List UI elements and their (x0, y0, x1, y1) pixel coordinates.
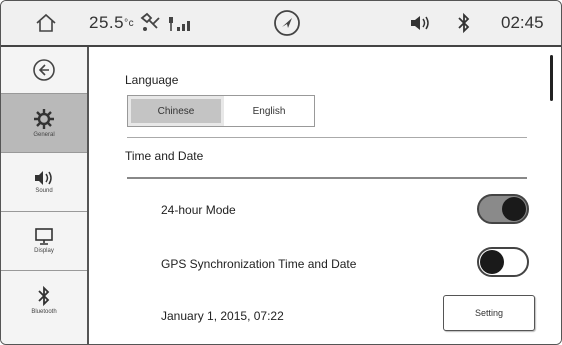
gps-icon (139, 1, 163, 45)
bluetooth-icon[interactable] (457, 1, 471, 45)
signal-icon (167, 1, 193, 45)
back-arrow-icon (33, 59, 55, 81)
sidebar: General Sound Display Bluetooth (1, 47, 89, 344)
monitor-icon (35, 228, 53, 245)
sidebar-item-bluetooth[interactable]: Bluetooth (1, 271, 87, 329)
temperature-value: 25.5 (89, 13, 125, 32)
gear-icon (34, 109, 54, 129)
current-datetime: January 1, 2015, 07:22 (161, 309, 284, 323)
toggle-knob (502, 197, 526, 221)
speaker-icon (35, 171, 52, 185)
clock: 02:45 (501, 13, 544, 32)
temperature-unit: °c (124, 17, 135, 29)
hour24-mode-label: 24-hour Mode (161, 203, 236, 217)
sidebar-item-label: Sound (35, 188, 53, 194)
bluetooth-icon (38, 285, 50, 307)
back-button[interactable] (1, 47, 87, 94)
language-label: Language (125, 73, 179, 87)
divider (127, 177, 527, 179)
navigation-icon[interactable] (273, 1, 301, 45)
home-icon[interactable] (35, 1, 57, 45)
language-option-chinese[interactable]: Chinese (128, 96, 224, 126)
sidebar-item-label: Display (34, 248, 54, 254)
status-bar: 25.5 °c 02:45 (1, 1, 561, 47)
sidebar-item-display[interactable]: Display (1, 212, 87, 271)
sidebar-item-general[interactable]: General (1, 94, 87, 153)
scrollbar[interactable] (550, 55, 553, 101)
gps-sync-label: GPS Synchronization Time and Date (161, 257, 357, 271)
volume-icon[interactable] (409, 1, 431, 45)
settings-panel: Language Chinese English Time and Date 2… (89, 47, 561, 344)
time-date-label: Time and Date (125, 149, 204, 163)
sidebar-item-label: General (33, 132, 55, 138)
gps-sync-toggle[interactable] (477, 247, 529, 277)
hour24-mode-toggle[interactable] (477, 194, 529, 224)
language-selector: Chinese English (127, 95, 315, 127)
app-window: 25.5 °c 02:45 General Sound Display Blue… (0, 0, 562, 345)
datetime-setting-button[interactable]: Setting (443, 295, 535, 331)
language-option-english[interactable]: English (224, 96, 314, 126)
sidebar-item-label: Bluetooth (31, 309, 57, 315)
divider (127, 137, 527, 138)
sidebar-item-sound[interactable]: Sound (1, 153, 87, 212)
toggle-knob (480, 250, 504, 274)
temperature-readout: 25.5 °c (89, 1, 134, 45)
